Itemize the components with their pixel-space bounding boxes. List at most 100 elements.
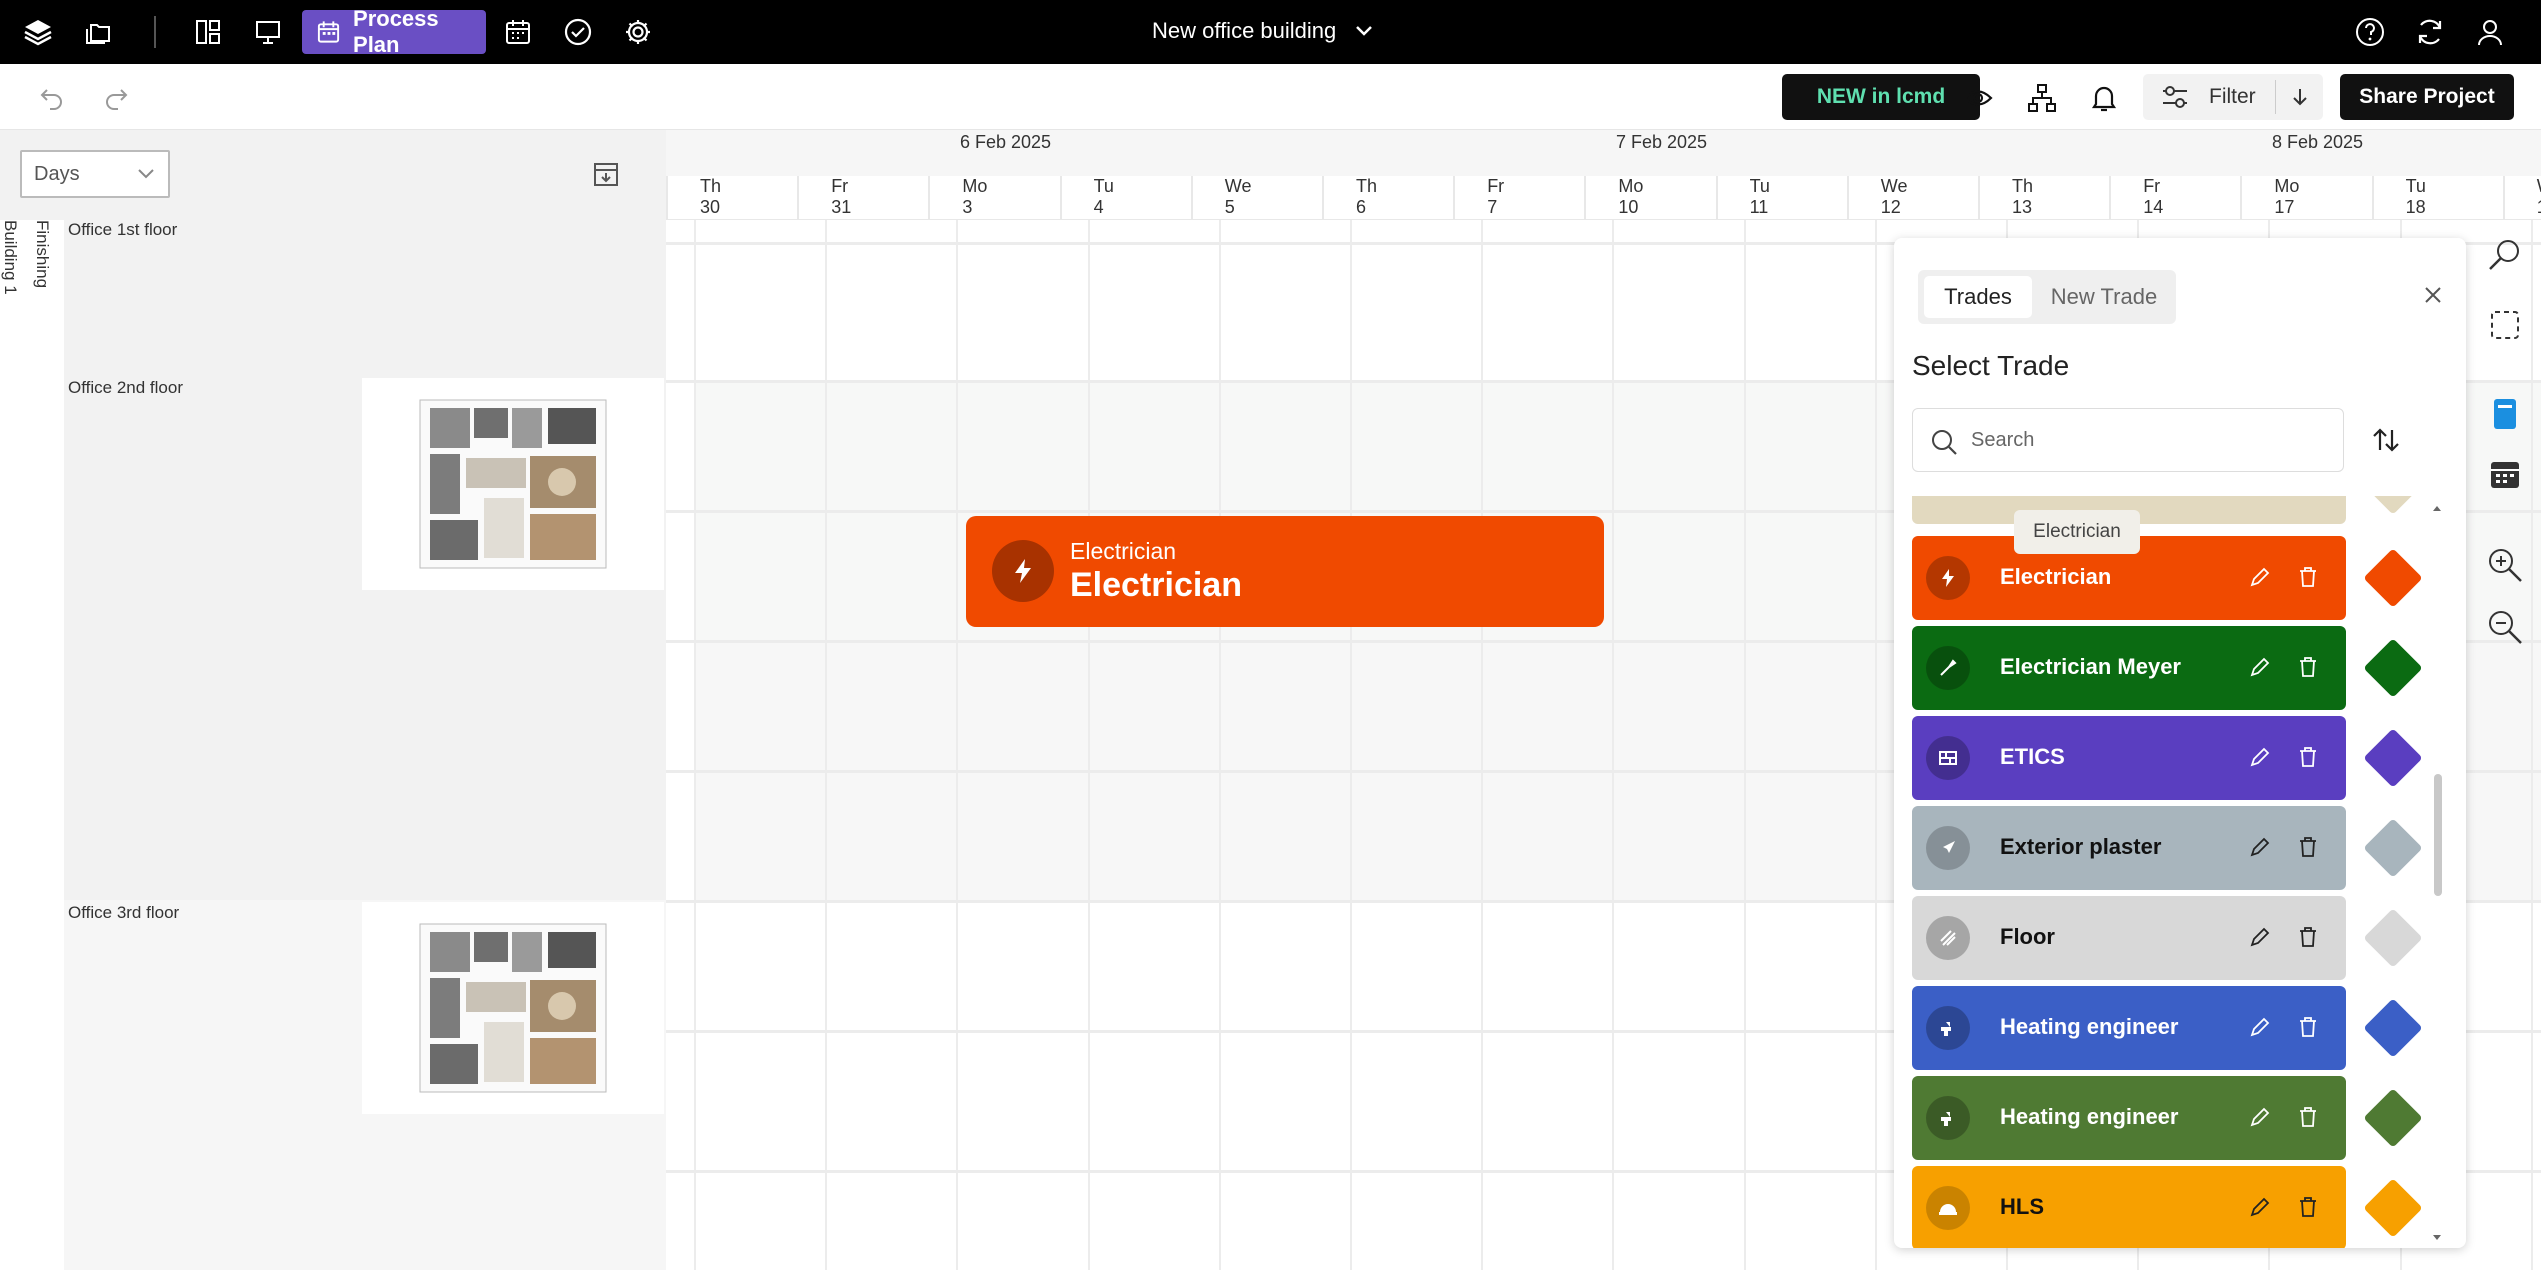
filter-button[interactable]: Filter [2143, 74, 2323, 120]
trade-color-swatch[interactable] [2363, 1088, 2423, 1148]
row-label: Office 3rd floor [68, 903, 180, 922]
share-project-button[interactable]: Share Project [2340, 74, 2514, 120]
day-number: 12 [1880, 197, 1901, 217]
grid-column-line [1481, 220, 1484, 1270]
trade-name: Floor [2000, 924, 2055, 949]
trade-row[interactable]: HLS [1912, 1166, 2346, 1248]
tab-new-trade[interactable]: New Trade [2038, 276, 2170, 318]
undo-icon[interactable] [34, 80, 70, 116]
floor-plan-image [362, 378, 664, 590]
tab-trades[interactable]: Trades [1924, 276, 2032, 318]
trash-icon[interactable] [2296, 1015, 2320, 1039]
trade-search [1912, 408, 2344, 472]
trade-row[interactable]: Heating engineer [1912, 1076, 2346, 1160]
day-of-week: Mo [2274, 176, 2300, 196]
search-icon[interactable] [2484, 234, 2526, 276]
month-label: 6 Feb 2025 [960, 132, 1052, 152]
trash-icon[interactable] [2296, 1195, 2320, 1219]
layers-icon[interactable] [20, 14, 56, 50]
edit-pencil-icon[interactable] [2248, 1105, 2272, 1129]
bell-icon[interactable] [2086, 80, 2122, 116]
view-scale-value: Days [34, 162, 80, 185]
view-scale-select[interactable]: Days [20, 150, 170, 198]
day-of-week: We [1880, 176, 1908, 196]
trade-row[interactable]: Exterior plaster [1912, 806, 2346, 890]
trade-color-swatch[interactable] [2363, 638, 2423, 698]
day-of-week: Th [700, 176, 722, 196]
zoom-out-icon[interactable] [2484, 606, 2526, 648]
trade-color-swatch[interactable] [2363, 818, 2423, 878]
edit-pencil-icon[interactable] [2248, 835, 2272, 859]
day-of-week: Mo [962, 176, 988, 196]
trade-row[interactable]: Electrician Meyer [1912, 626, 2346, 710]
edit-pencil-icon[interactable] [2248, 745, 2272, 769]
trash-icon[interactable] [2296, 565, 2320, 589]
hierarchy-icon[interactable] [2024, 80, 2060, 116]
settings-gear-icon[interactable] [620, 14, 656, 50]
right-tool-strip [2470, 220, 2541, 644]
calendar-grid-icon[interactable] [500, 14, 536, 50]
edit-pencil-icon[interactable] [2248, 1195, 2272, 1219]
zoom-in-icon[interactable] [2484, 544, 2526, 586]
trade-color-swatch[interactable] [2363, 908, 2423, 968]
day-header-cell: Tu 4 [1059, 176, 1191, 220]
brush-icon [1926, 646, 1970, 690]
trash-icon[interactable] [2296, 925, 2320, 949]
day-header-cell: Tu 11 [1715, 176, 1847, 220]
toolbar-separator [154, 16, 156, 48]
day-header: Th 30 Fr 31 Mo 3 Tu 4 We 5 Th 6 Fr 7 Mo 10 Tu 11 We 12 Th 13 F… [666, 176, 2541, 220]
day-number: 7 [1487, 197, 1498, 217]
trade-color-swatch[interactable] [2363, 998, 2423, 1058]
scroll-thumb[interactable] [2434, 774, 2442, 896]
project-selector[interactable]: New office building [1152, 18, 1374, 44]
panel-tabs: Trades New Trade [1918, 270, 2176, 324]
sync-icon[interactable] [2412, 14, 2448, 50]
redo-icon[interactable] [98, 80, 134, 116]
calendar-today-icon[interactable] [592, 160, 620, 193]
help-icon[interactable] [2352, 14, 2388, 50]
trade-row[interactable]: Floor [1912, 896, 2346, 980]
eye-icon[interactable] [1960, 80, 1996, 116]
trade-row[interactable]: ETICS [1912, 716, 2346, 800]
scroll-up-icon[interactable] [2432, 504, 2442, 512]
search-input[interactable] [1971, 425, 2321, 455]
trash-icon[interactable] [2296, 745, 2320, 769]
floor-plan-image [362, 902, 664, 1114]
grid-column-line [694, 220, 696, 1270]
filter-sliders-icon [2163, 86, 2187, 108]
day-of-week: Tu [2405, 176, 2426, 196]
folders-icon[interactable] [80, 14, 116, 50]
close-icon[interactable] [2420, 282, 2446, 308]
trade-list-scrollbar[interactable] [2432, 506, 2442, 1242]
trade-color-swatch[interactable] [2363, 548, 2423, 608]
edit-pencil-icon[interactable] [2248, 655, 2272, 679]
trade-color-swatch[interactable] [2363, 1178, 2423, 1238]
trade-row[interactable]: Heating engineer [1912, 986, 2346, 1070]
day-number: 14 [2143, 197, 2164, 217]
user-profile-icon[interactable] [2472, 14, 2508, 50]
trade-color-swatch[interactable] [2363, 496, 2423, 515]
edit-pencil-icon[interactable] [2248, 1015, 2272, 1039]
chevron-down-icon [138, 169, 154, 179]
day-of-week: Fr [1487, 176, 1505, 196]
edit-pencil-icon[interactable] [2248, 565, 2272, 589]
edit-pencil-icon[interactable] [2248, 925, 2272, 949]
dashboard-icon[interactable] [190, 14, 226, 50]
trade-color-swatch[interactable] [2363, 728, 2423, 788]
check-circle-icon[interactable] [560, 14, 596, 50]
trash-icon[interactable] [2296, 1105, 2320, 1129]
presentation-icon[interactable] [250, 14, 286, 50]
select-area-icon[interactable] [2484, 304, 2526, 346]
sort-icon[interactable] [2370, 424, 2402, 461]
trash-icon[interactable] [2296, 835, 2320, 859]
process-plan-button[interactable]: Process Plan [302, 6, 486, 57]
trades-book-icon[interactable] [2484, 394, 2526, 436]
day-number: 11 [1749, 197, 1769, 217]
table-icon[interactable] [2484, 454, 2526, 496]
new-in-lcmd-button[interactable]: NEW in lcmd [1782, 74, 1980, 120]
trash-icon[interactable] [2296, 655, 2320, 679]
top-bar: Process Plan New office building [0, 0, 2541, 64]
task-bar-electrician[interactable]: Electrician Electrician [966, 516, 1604, 627]
arrow-down-icon[interactable] [2289, 86, 2311, 108]
scroll-down-icon[interactable] [2432, 1234, 2442, 1242]
